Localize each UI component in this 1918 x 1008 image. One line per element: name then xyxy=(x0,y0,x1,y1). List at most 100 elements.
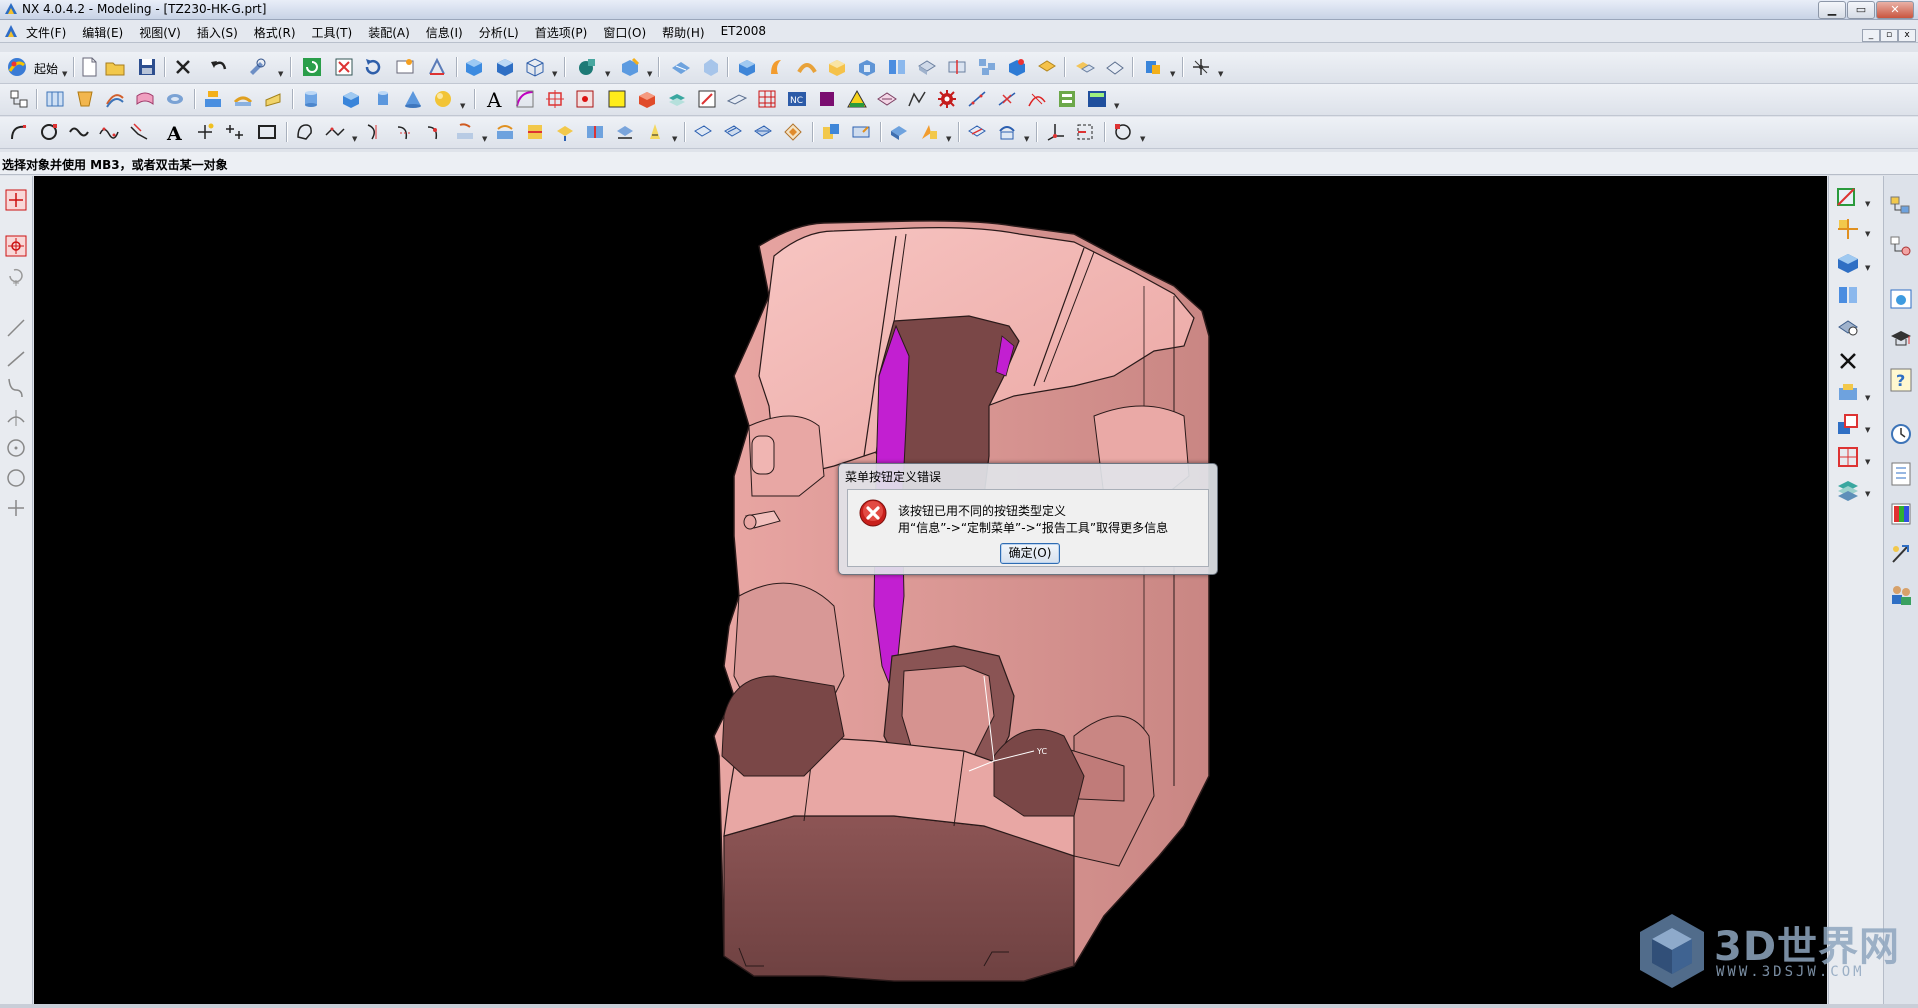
menu-information[interactable]: 信息(I) xyxy=(426,24,463,41)
intersection-curve-icon[interactable] xyxy=(554,121,576,143)
history-icon[interactable] xyxy=(1888,420,1914,448)
hide-show-icon[interactable] xyxy=(1835,314,1861,340)
red-block-icon[interactable] xyxy=(636,88,658,110)
combined-curve-icon[interactable] xyxy=(494,121,516,143)
shell-icon[interactable] xyxy=(856,56,878,78)
curve-dropdown-icon[interactable]: ▼ xyxy=(352,135,357,143)
orient-dropdown-icon[interactable]: ▼ xyxy=(1865,200,1870,208)
component-icon[interactable] xyxy=(820,121,842,143)
menu-view[interactable]: 视图(V) xyxy=(139,24,181,41)
doc-close-button[interactable]: x xyxy=(1898,29,1916,42)
measure-icon[interactable] xyxy=(1056,88,1078,110)
patch-icon[interactable] xyxy=(700,56,722,78)
cylinder-icon[interactable] xyxy=(300,88,322,110)
wireframe-view-icon[interactable] xyxy=(524,56,546,78)
delete-icon[interactable] xyxy=(172,56,194,78)
arc-icon[interactable] xyxy=(8,121,30,143)
start-dropdown-icon[interactable]: ▼ xyxy=(62,70,67,78)
point-set-icon[interactable] xyxy=(194,121,216,143)
start-label[interactable]: 起始 xyxy=(34,60,58,77)
mesh-surface-icon[interactable] xyxy=(134,88,156,110)
mate-icon[interactable] xyxy=(850,121,872,143)
trim-curve-icon[interactable] xyxy=(364,121,386,143)
layer-setting-icon[interactable] xyxy=(1835,412,1861,438)
fillet-icon[interactable] xyxy=(4,376,28,400)
menu-analysis[interactable]: 分析(L) xyxy=(479,24,519,41)
cone-icon[interactable] xyxy=(402,88,424,110)
through-curves-icon[interactable] xyxy=(104,88,126,110)
face-icon[interactable] xyxy=(1036,56,1058,78)
warning-icon[interactable] xyxy=(846,88,868,110)
primitive-dropdown-icon[interactable]: ▼ xyxy=(460,102,465,110)
wcs-orient-icon[interactable] xyxy=(1074,121,1096,143)
divide-curve-icon[interactable] xyxy=(424,121,446,143)
system-materials-icon[interactable] xyxy=(1888,460,1914,488)
start-icon[interactable] xyxy=(6,56,28,78)
cylinder-solid-icon[interactable] xyxy=(372,88,394,110)
extract-dropdown-icon[interactable]: ▼ xyxy=(672,135,677,143)
rotate-sketch-icon[interactable] xyxy=(4,264,28,288)
save-icon[interactable] xyxy=(136,56,158,78)
feature-icon[interactable] xyxy=(619,56,641,78)
swept-surface-icon[interactable] xyxy=(164,88,186,110)
maximize-button[interactable]: ▭ xyxy=(1847,1,1875,19)
sketch-point-icon[interactable] xyxy=(4,234,28,258)
surface-icon[interactable] xyxy=(1104,56,1126,78)
analysis-dropdown-icon[interactable]: ▼ xyxy=(1114,102,1119,110)
curve-fillet-icon[interactable] xyxy=(324,121,346,143)
wcs-dropdown-icon[interactable]: ▼ xyxy=(1865,458,1870,466)
split-body-icon[interactable] xyxy=(946,56,968,78)
sketch-select-icon[interactable] xyxy=(4,188,28,212)
revolve-icon[interactable] xyxy=(766,56,788,78)
menu-tools[interactable]: 工具(T) xyxy=(312,24,353,41)
book-icon[interactable] xyxy=(886,56,908,78)
text-curve-icon[interactable]: A xyxy=(164,121,186,143)
sketch-dropdown-icon[interactable]: ▼ xyxy=(605,70,610,78)
circle-center-icon[interactable] xyxy=(4,436,28,460)
open-folder-icon[interactable] xyxy=(104,56,126,78)
point-icon[interactable] xyxy=(574,88,596,110)
doc-minimize-button[interactable]: _ xyxy=(1862,29,1880,42)
layers-icon[interactable] xyxy=(1835,476,1861,502)
line-2-icon[interactable] xyxy=(4,346,28,370)
curve-edit-icon[interactable] xyxy=(514,88,536,110)
mold-wizard-icon[interactable] xyxy=(996,121,1018,143)
snap-dropdown-icon[interactable]: ▼ xyxy=(1218,70,1223,78)
line-icon[interactable] xyxy=(4,316,28,340)
roles-icon[interactable] xyxy=(1888,580,1914,608)
ruled-surface-icon[interactable] xyxy=(74,88,96,110)
palette-icon[interactable] xyxy=(1888,500,1914,528)
shape-studio-icon[interactable] xyxy=(876,88,898,110)
menu-insert[interactable]: 插入(S) xyxy=(197,24,238,41)
graphics-window[interactable]: YC xyxy=(34,176,1827,1004)
orient-view-icon[interactable] xyxy=(426,56,448,78)
draft-analysis-icon[interactable] xyxy=(752,121,774,143)
text-icon[interactable]: A xyxy=(484,88,506,110)
selection-dropdown-icon[interactable]: ▼ xyxy=(1140,135,1145,143)
assembly-dropdown-icon[interactable]: ▼ xyxy=(1170,70,1175,78)
undo-icon[interactable] xyxy=(208,56,230,78)
pocket-icon[interactable] xyxy=(232,88,254,110)
part-navigator-tab-icon[interactable] xyxy=(1888,234,1914,262)
explode-dropdown-icon[interactable]: ▼ xyxy=(946,135,951,143)
ok-button[interactable]: 确定(O) xyxy=(1000,543,1060,564)
section-curve-icon[interactable] xyxy=(584,121,606,143)
project-dropdown-icon[interactable]: ▼ xyxy=(482,135,487,143)
web-browser-icon[interactable] xyxy=(1888,286,1914,314)
isoparametric-icon[interactable] xyxy=(644,121,666,143)
blend-icon[interactable] xyxy=(826,56,848,78)
wrap-curve-icon[interactable] xyxy=(524,121,546,143)
menu-edit[interactable]: 编辑(E) xyxy=(82,24,123,41)
pad-icon[interactable] xyxy=(262,88,284,110)
part-navigator-icon[interactable] xyxy=(8,88,30,110)
purple-block-icon[interactable] xyxy=(816,88,838,110)
add-point-icon[interactable] xyxy=(4,496,28,520)
tangent-icon[interactable] xyxy=(4,406,28,430)
selection-icon[interactable] xyxy=(1112,121,1134,143)
block-icon[interactable] xyxy=(340,88,362,110)
nc-icon[interactable]: NC xyxy=(786,88,808,110)
offset-curve-icon[interactable] xyxy=(128,121,150,143)
spline-icon[interactable] xyxy=(966,88,988,110)
wcs-display-icon[interactable] xyxy=(1835,444,1861,470)
edit-dropdown-icon[interactable]: ▼ xyxy=(278,70,283,78)
